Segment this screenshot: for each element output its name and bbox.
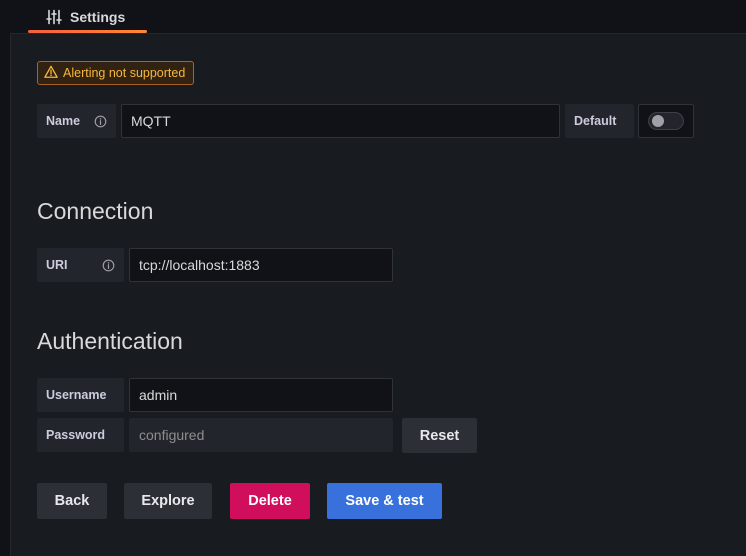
- default-toggle-wrapper: [638, 104, 694, 138]
- info-icon[interactable]: [94, 115, 107, 128]
- uri-label-text: URI: [46, 258, 68, 272]
- tab-bar: Settings: [0, 0, 746, 34]
- info-icon[interactable]: [102, 259, 115, 272]
- username-input-value: admin: [139, 387, 178, 403]
- connection-heading: Connection: [37, 198, 154, 224]
- name-label-text: Name: [46, 114, 81, 128]
- delete-button[interactable]: Delete: [230, 483, 310, 519]
- name-input-value: MQTT: [131, 113, 171, 129]
- username-input[interactable]: admin: [129, 378, 393, 412]
- uri-input[interactable]: tcp://localhost:1883: [129, 248, 393, 282]
- back-button[interactable]: Back: [37, 483, 107, 519]
- uri-input-value: tcp://localhost:1883: [139, 257, 260, 273]
- toggle-knob: [652, 115, 664, 127]
- username-label-text: Username: [46, 388, 107, 402]
- password-input[interactable]: configured: [129, 418, 393, 452]
- warning-triangle-icon: [44, 65, 58, 82]
- name-input[interactable]: MQTT: [121, 104, 560, 138]
- alert-text: Alerting not supported: [63, 66, 186, 80]
- default-label-text: Default: [574, 114, 617, 128]
- explore-button[interactable]: Explore: [124, 483, 212, 519]
- password-label: Password: [37, 418, 124, 452]
- tab-settings[interactable]: Settings: [28, 0, 147, 34]
- name-label: Name: [37, 104, 116, 138]
- password-placeholder: configured: [139, 427, 205, 443]
- default-toggle[interactable]: [648, 112, 684, 130]
- sliders-icon: [46, 9, 62, 25]
- uri-label: URI: [37, 248, 124, 282]
- tab-settings-label: Settings: [70, 9, 126, 25]
- alerting-not-supported-badge: Alerting not supported: [37, 61, 195, 85]
- reset-password-button[interactable]: Reset: [402, 418, 477, 453]
- default-label: Default: [565, 104, 634, 138]
- authentication-heading: Authentication: [37, 328, 183, 354]
- save-and-test-button[interactable]: Save & test: [327, 483, 442, 519]
- username-label: Username: [37, 378, 124, 412]
- password-label-text: Password: [46, 428, 106, 442]
